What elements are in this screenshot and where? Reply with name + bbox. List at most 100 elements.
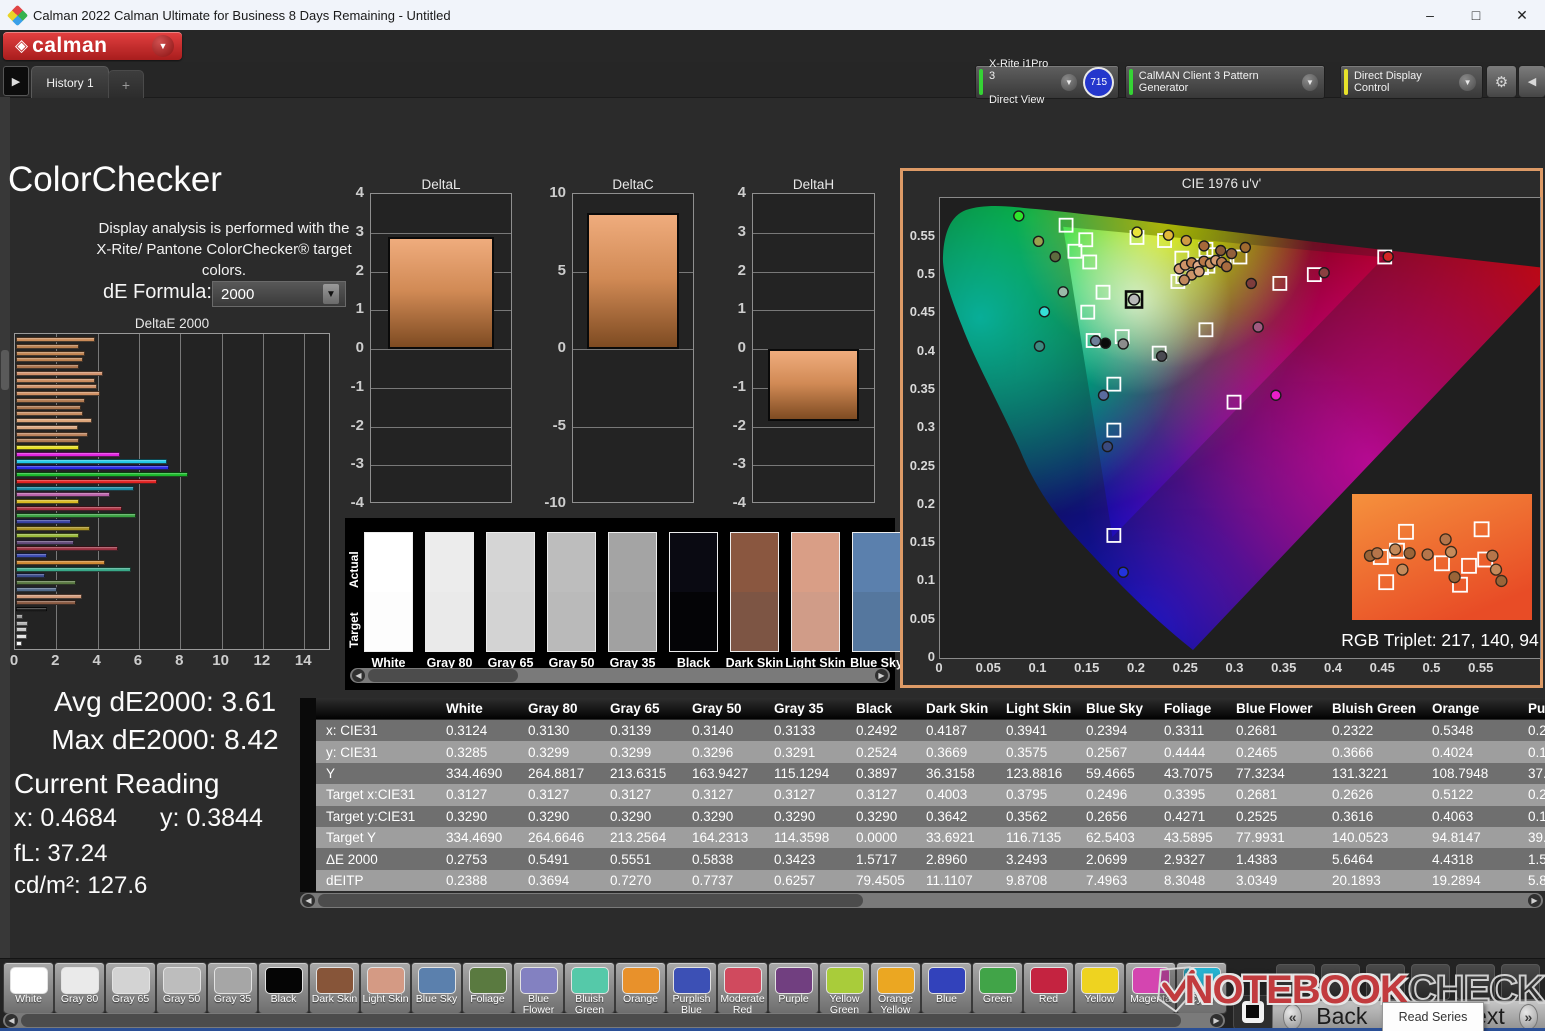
- scroll-left-icon[interactable]: ◀: [302, 894, 315, 907]
- mini-toolbar-button-3[interactable]: [1366, 964, 1405, 1000]
- meter-reading-badge[interactable]: 715: [1083, 67, 1114, 98]
- calman-menu-button[interactable]: ◈ calman ▼: [3, 32, 182, 60]
- patch-button-purplish-blue[interactable]: Purplish Blue: [666, 962, 717, 1014]
- mini-toolbar-button-1[interactable]: [1276, 964, 1315, 1000]
- patch-color: [10, 967, 48, 994]
- pattern-window-button[interactable]: [1233, 995, 1275, 1031]
- patch-button-bluish-green[interactable]: Bluish Green: [564, 962, 615, 1014]
- table-cell: 114.3598: [764, 830, 846, 845]
- table-scrollbar-thumb[interactable]: [318, 894, 863, 907]
- scroll-right-icon[interactable]: ▶: [875, 669, 888, 682]
- patch-button-red[interactable]: Red: [1023, 962, 1074, 1014]
- cie-chart-title: CIE 1976 u'v': [903, 176, 1540, 191]
- patch-button-blue[interactable]: Blue: [921, 962, 972, 1014]
- chevron-down-icon[interactable]: ▼: [1302, 74, 1318, 91]
- swatch-scrollbar[interactable]: ◀ ▶: [350, 668, 890, 683]
- patch-button-white[interactable]: White: [3, 962, 54, 1014]
- rgb-triplet-readout: RGB Triplet: 217, 140, 94: [1341, 630, 1539, 650]
- swatch-scrollbar-thumb[interactable]: [368, 669, 518, 682]
- panel-handle[interactable]: [1, 350, 9, 390]
- de-formula-select[interactable]: 2000 ▼: [212, 281, 346, 307]
- collapse-panel-button[interactable]: ◀: [1518, 65, 1545, 98]
- patch-button-purple[interactable]: Purple: [768, 962, 819, 1014]
- patch-button-moderate-red[interactable]: Moderate Red: [717, 962, 768, 1014]
- patch-button-gray-80[interactable]: Gray 80: [54, 962, 105, 1014]
- scroll-left-icon[interactable]: ◀: [5, 1014, 18, 1027]
- table-cell: Gray 50: [682, 701, 764, 716]
- patch-button-blue-flower[interactable]: Blue Flower: [513, 962, 564, 1014]
- patch-button-cyan[interactable]: Cyan: [1176, 962, 1227, 1014]
- patch-button-foliage[interactable]: Foliage: [462, 962, 513, 1014]
- table-cell: 0.3299: [518, 745, 600, 760]
- patch-button-gray-65[interactable]: Gray 65: [105, 962, 156, 1014]
- pattern-generator-selector[interactable]: CalMAN Client 3 Pattern Generator ▼: [1125, 65, 1325, 99]
- back-arrow-button[interactable]: «: [1283, 1004, 1302, 1030]
- deltae-bar: [16, 351, 85, 356]
- patch-button-orange-yellow[interactable]: Orange Yellow: [870, 962, 921, 1014]
- tab-history-1[interactable]: History 1: [31, 66, 109, 98]
- minimize-button[interactable]: –: [1407, 0, 1453, 30]
- mini-toolbar-button-5[interactable]: [1456, 964, 1495, 1000]
- deltaC-chart: [572, 193, 694, 503]
- axis-tick-label: 0.15: [903, 534, 935, 549]
- mini-toolbar-button-2[interactable]: [1321, 964, 1360, 1000]
- swatch-white[interactable]: [364, 532, 413, 652]
- scroll-left-icon[interactable]: ◀: [352, 669, 365, 682]
- table-cell: 0.2492: [846, 723, 916, 738]
- tab-scroll-button[interactable]: ▶: [3, 66, 29, 96]
- swatch-gray-80[interactable]: [425, 532, 474, 652]
- patch-button-light-skin[interactable]: Light Skin: [360, 962, 411, 1014]
- add-tab-button[interactable]: +: [108, 70, 144, 98]
- meter-selector[interactable]: X-Rite i1Pro 3 Direct View ▼ 715: [975, 65, 1119, 99]
- close-button[interactable]: ✕: [1499, 0, 1545, 30]
- scroll-right-icon[interactable]: ▶: [1210, 1014, 1223, 1027]
- deltae-bar: [16, 486, 134, 491]
- table-cell: 0.3290: [764, 809, 846, 824]
- deltae-bar: [16, 587, 57, 592]
- deltaL-chart: [370, 193, 512, 503]
- settings-button[interactable]: ⚙: [1486, 65, 1517, 98]
- deltae-bar: [16, 492, 110, 497]
- mini-toolbar-button-4[interactable]: [1411, 964, 1450, 1000]
- swatch-gray-35[interactable]: [608, 532, 657, 652]
- next-arrow-button[interactable]: »: [1519, 1004, 1538, 1030]
- mini-toolbar-button-6[interactable]: [1501, 964, 1540, 1000]
- patch-scrollbar[interactable]: ◀ ▶: [3, 1013, 1225, 1028]
- actual-color: [853, 533, 900, 592]
- patch-button-green[interactable]: Green: [972, 962, 1023, 1014]
- row-label: x: CIE31: [316, 723, 436, 738]
- swatch-gray-65[interactable]: [486, 532, 535, 652]
- table-cell: Gray 65: [600, 701, 682, 716]
- patch-button-blue-sky[interactable]: Blue Sky: [411, 962, 462, 1014]
- patch-button-magenta[interactable]: Magenta: [1125, 962, 1176, 1014]
- actual-color: [426, 533, 473, 592]
- chevron-down-icon[interactable]: ▼: [1459, 74, 1476, 91]
- swatch-blue-sky[interactable]: [852, 532, 901, 652]
- swatch-gray-50[interactable]: [547, 532, 596, 652]
- swatch-light-skin[interactable]: [791, 532, 840, 652]
- table-scrollbar[interactable]: ◀ ▶: [300, 893, 1543, 908]
- patch-button-orange[interactable]: Orange: [615, 962, 666, 1014]
- swatch-black[interactable]: [669, 532, 718, 652]
- display-control-selector[interactable]: Direct Display Control ▼: [1340, 65, 1483, 99]
- pattern-status-strip: [1129, 69, 1133, 95]
- patch-button-black[interactable]: Black: [258, 962, 309, 1014]
- maximize-button[interactable]: □: [1453, 0, 1499, 30]
- patch-button-yellow-green[interactable]: Yellow Green: [819, 962, 870, 1014]
- patch-button-gray-35[interactable]: Gray 35: [207, 962, 258, 1014]
- chevron-down-icon[interactable]: ▼: [152, 35, 174, 57]
- measured-point: [1253, 322, 1263, 332]
- chevron-down-icon[interactable]: ▼: [1061, 74, 1078, 91]
- measured-point: [1039, 307, 1049, 317]
- deltae-chart: [14, 333, 330, 650]
- table-cell: 20.1893: [1322, 873, 1422, 888]
- swatch-dark-skin[interactable]: [730, 532, 779, 652]
- patch-button-dark-skin[interactable]: Dark Skin: [309, 962, 360, 1014]
- target-color: [670, 592, 717, 651]
- back-button[interactable]: Back: [1316, 1003, 1367, 1030]
- patch-button-gray-50[interactable]: Gray 50: [156, 962, 207, 1014]
- scroll-right-icon[interactable]: ▶: [1528, 894, 1541, 907]
- calman-app-window: Calman 2022 Calman Ultimate for Business…: [0, 0, 1545, 1031]
- patch-scrollbar-thumb[interactable]: [21, 1014, 1181, 1027]
- patch-button-yellow[interactable]: Yellow: [1074, 962, 1125, 1014]
